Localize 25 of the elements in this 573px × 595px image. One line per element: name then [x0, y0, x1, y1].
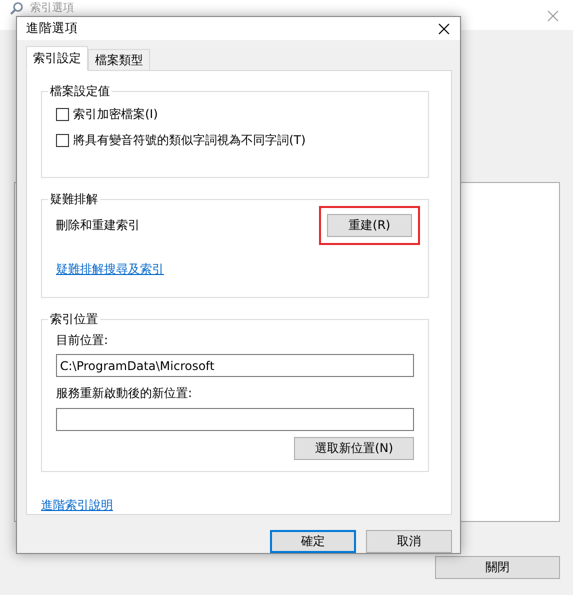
troubleshoot-link[interactable]: 疑難排解搜尋及索引 [56, 262, 164, 276]
checkbox[interactable] [56, 108, 69, 121]
tab[interactable]: 檔案類型 [88, 49, 150, 71]
new-location-field[interactable] [56, 408, 414, 431]
dialog-button[interactable]: 確定 [270, 530, 356, 553]
help-link[interactable]: 進階索引說明 [41, 498, 113, 512]
group-title: 檔案設定值 [48, 83, 112, 99]
group-title: 疑難排解 [48, 191, 100, 207]
description-text: 刪除和重建索引 [56, 217, 140, 234]
close-button[interactable]: 關閉 [435, 556, 560, 579]
location-field[interactable]: C:\ProgramData\Microsoft [56, 354, 414, 377]
select-location-button[interactable]: 選取新位置(N) [294, 437, 414, 460]
field-label: 服務重新啟動後的新位置: [56, 385, 194, 402]
dialog-button[interactable]: 取消 [366, 530, 452, 553]
rebuild-button[interactable]: 重建(R) [327, 214, 412, 237]
field-label: 目前位置: [56, 332, 110, 349]
search-icon [10, 1, 24, 15]
group-title: 索引位置 [48, 311, 100, 327]
close-icon[interactable] [438, 22, 450, 34]
window-title: 索引選項 [30, 2, 74, 14]
dialog-title: 進階選項 [26, 20, 78, 37]
tab[interactable]: 索引設定 [26, 46, 88, 71]
checkbox[interactable] [56, 134, 69, 147]
checkbox-label: 索引加密檔案(I) [73, 106, 158, 123]
checkbox-label: 將具有變音符號的類似字詞視為不同字詞(T) [73, 132, 306, 149]
